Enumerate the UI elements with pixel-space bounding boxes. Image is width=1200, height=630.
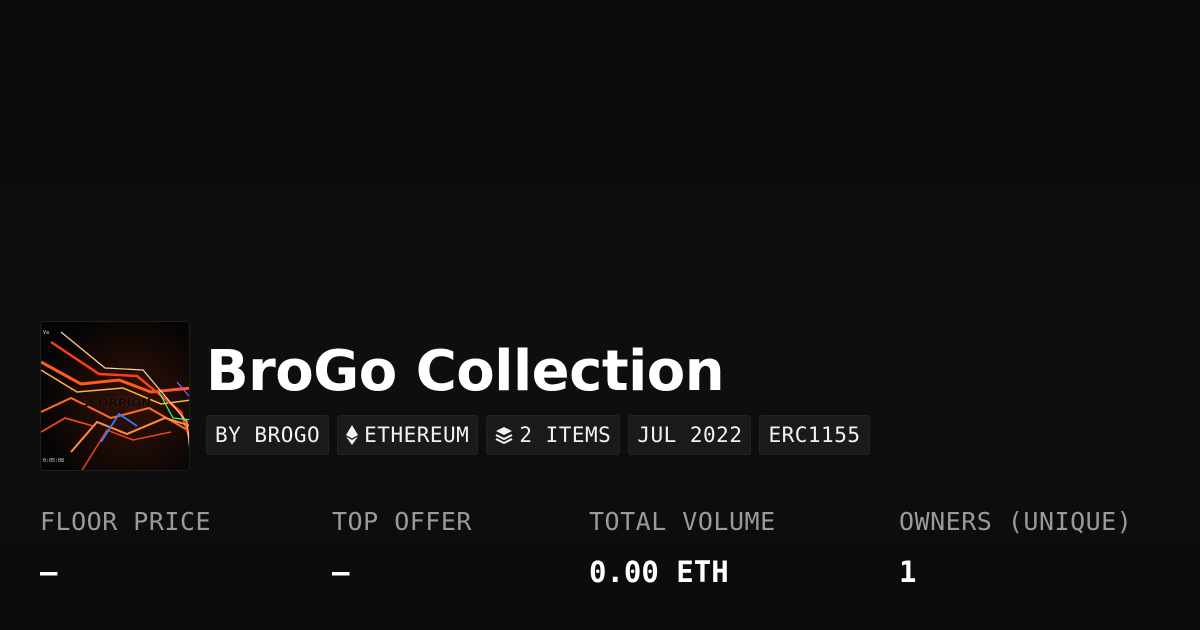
- collection-title: BroGo Collection: [206, 339, 725, 404]
- creator-tag[interactable]: BY BROGO: [206, 415, 330, 455]
- items-tag: 2 ITEMS: [486, 415, 621, 455]
- date-tag-label: JUL 2022: [637, 423, 743, 447]
- top-offer-label: TOP OFFER: [332, 507, 472, 536]
- total-volume-label: TOTAL VOLUME: [589, 507, 776, 536]
- ethereum-icon: [346, 425, 359, 445]
- chain-tag-label: ETHEREUM: [364, 423, 470, 447]
- chain-tag: ETHEREUM: [337, 415, 479, 455]
- floor-price-value: –: [40, 555, 58, 589]
- standard-tag-label: ERC1155: [768, 423, 861, 447]
- thumbnail-timestamp: 0:05:08: [43, 458, 65, 464]
- floor-price-label: FLOOR PRICE: [40, 507, 212, 536]
- owners-value: 1: [899, 555, 917, 589]
- top-offer-value: –: [332, 555, 350, 589]
- date-tag: JUL 2022: [628, 415, 752, 455]
- collection-tags: BY BROGO ETHEREUM 2 ITEMS JUL 2022 ERC11…: [206, 415, 870, 455]
- collection-thumbnail: Va SCORPION 0:05:08: [40, 321, 190, 471]
- thumbnail-corner-text: Va: [43, 330, 50, 336]
- total-volume-value: 0.00 ETH: [589, 555, 729, 589]
- standard-tag: ERC1155: [759, 415, 870, 455]
- owners-label: OWNERS (UNIQUE): [899, 507, 1133, 536]
- items-tag-label: 2 ITEMS: [519, 423, 612, 447]
- creator-tag-label: BY BROGO: [215, 423, 321, 447]
- thumbnail-overlay-text: SCORPION: [80, 396, 152, 410]
- layers-icon: [495, 426, 513, 444]
